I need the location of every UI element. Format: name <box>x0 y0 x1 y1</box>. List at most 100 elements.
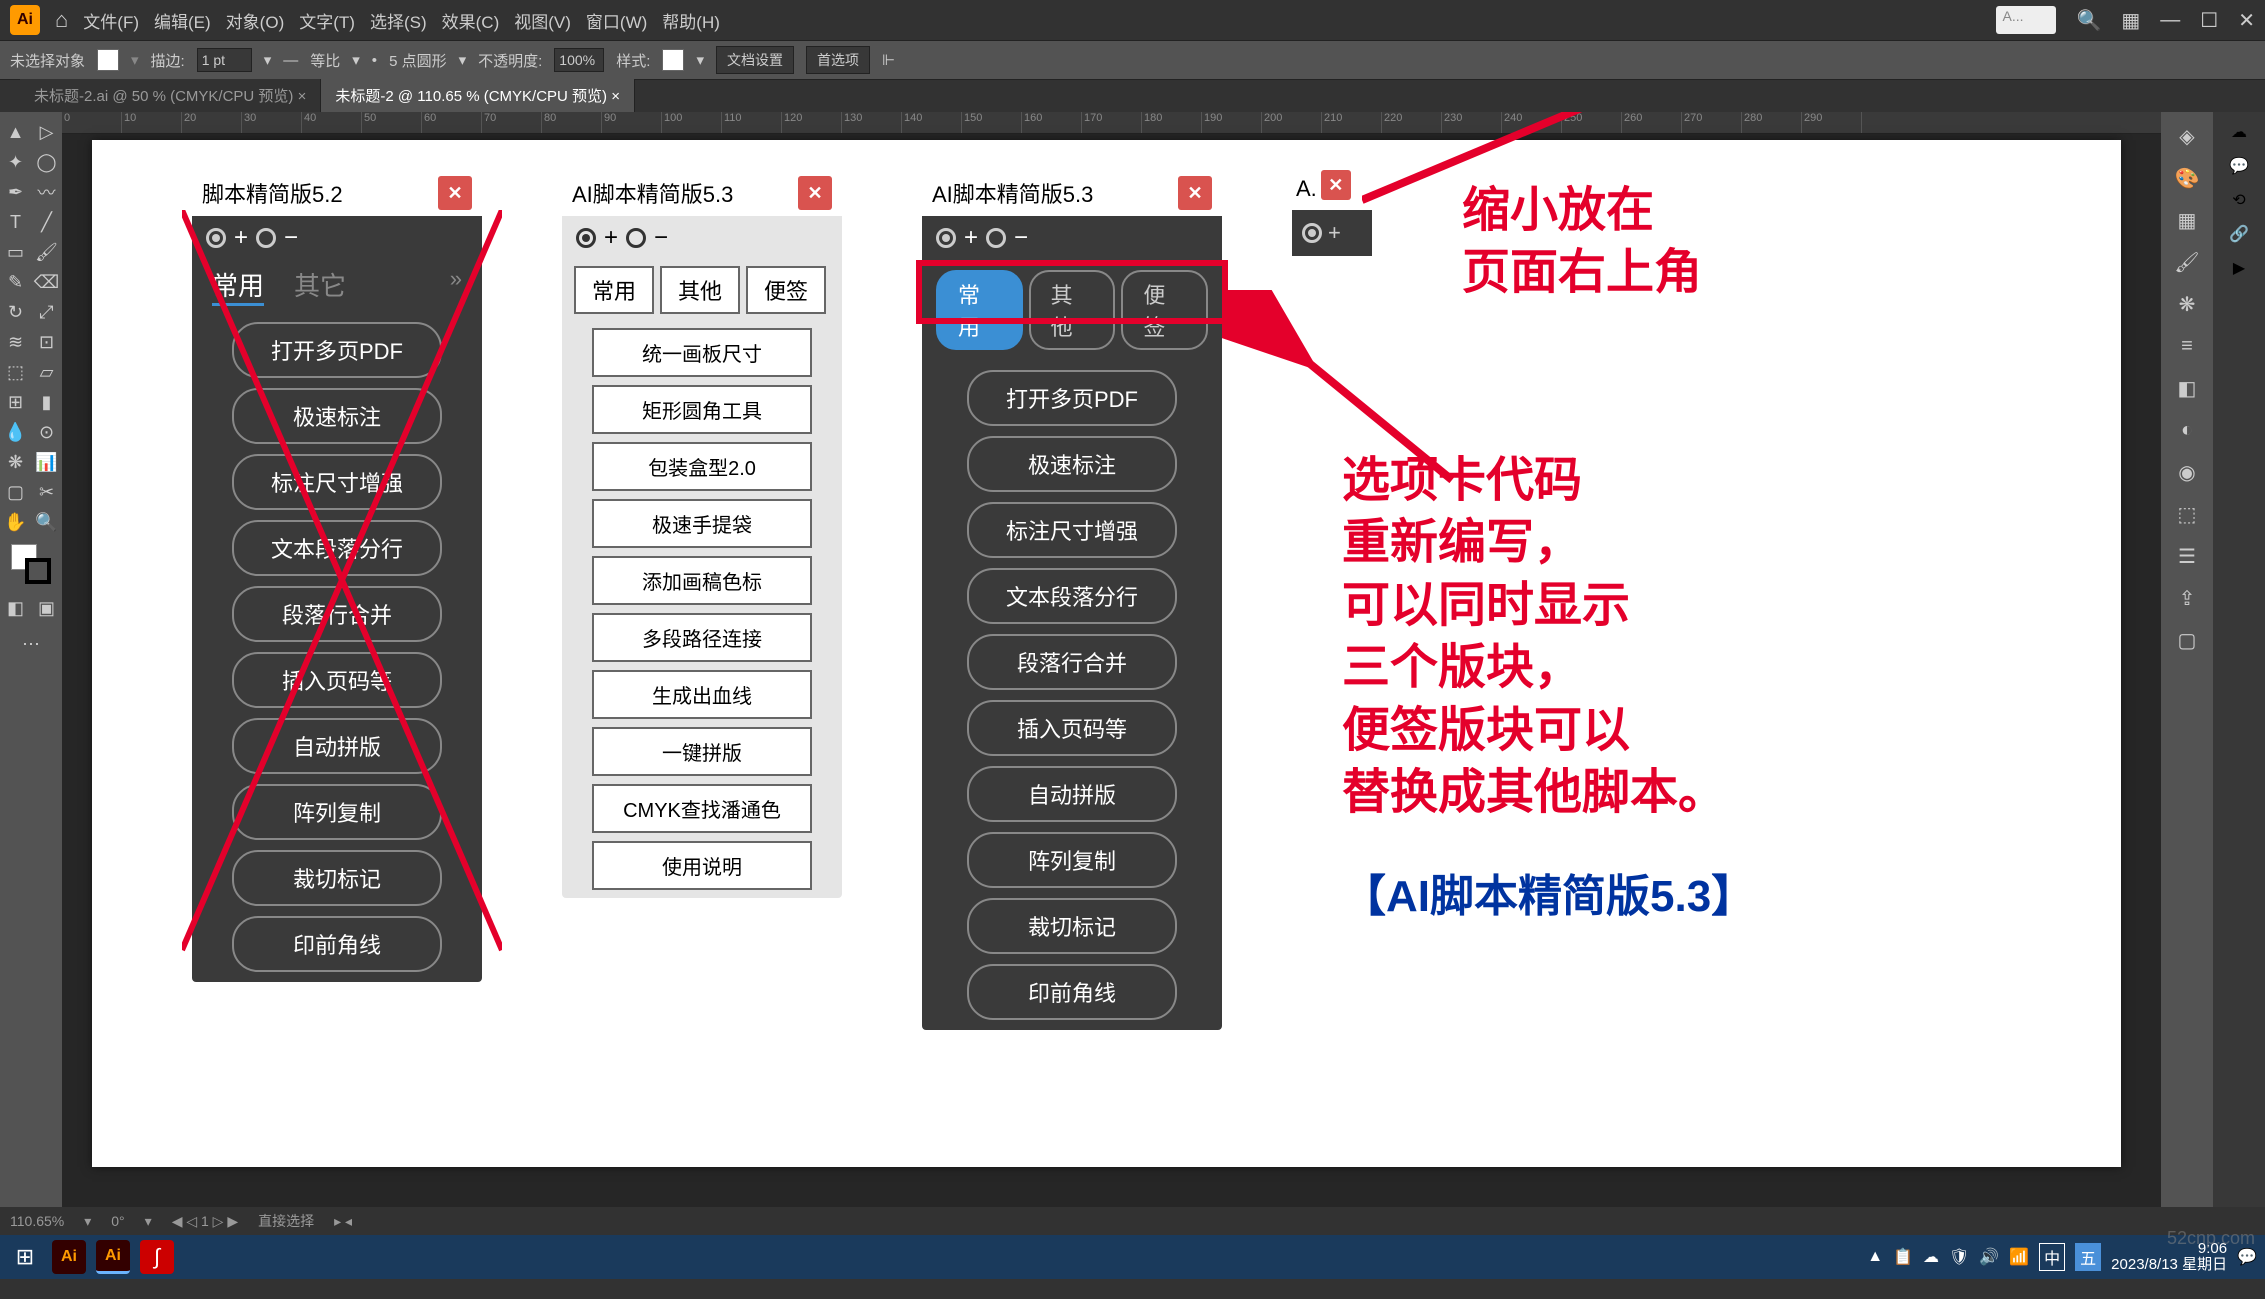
script-button[interactable]: 矩形圆角工具 <box>592 385 812 434</box>
eyedropper-icon[interactable]: 💧 <box>0 418 31 446</box>
direct-select-tool-icon[interactable]: ▷ <box>31 118 62 146</box>
close-button[interactable]: ✕ <box>1178 176 1212 210</box>
menu-effect[interactable]: 效果(C) <box>442 8 500 33</box>
script-button[interactable]: 多段路径连接 <box>592 613 812 662</box>
graph-tool-icon[interactable]: 📊 <box>31 448 62 476</box>
menu-edit[interactable]: 编辑(E) <box>154 8 211 33</box>
artboards-icon[interactable]: ▢ <box>2173 626 2201 654</box>
radio-selected-icon[interactable] <box>1302 223 1322 243</box>
menu-select[interactable]: 选择(S) <box>370 8 427 33</box>
ime-zh-icon[interactable]: 中 <box>2039 1243 2065 1271</box>
asset-export-icon[interactable]: ⇪ <box>2173 584 2201 612</box>
libraries-icon[interactable]: ☁ <box>2231 122 2247 142</box>
color-icon[interactable]: 🎨 <box>2173 164 2201 192</box>
menu-object[interactable]: 对象(O) <box>226 8 285 33</box>
fill-swatch[interactable] <box>97 49 119 71</box>
swatches-icon[interactable]: ▦ <box>2173 206 2201 234</box>
script-button[interactable]: 插入页码等 <box>967 700 1177 756</box>
radio-selected-icon[interactable] <box>576 228 596 248</box>
shaper-tool-icon[interactable]: ✎ <box>0 268 31 296</box>
doc-tab-2[interactable]: 未标题-2 @ 110.65 % (CMYK/CPU 预览) × <box>321 79 635 112</box>
script-button[interactable]: 生成出血线 <box>592 670 812 719</box>
history-icon[interactable]: ⟲ <box>2232 190 2245 210</box>
radio-icon[interactable] <box>626 228 646 248</box>
style-swatch[interactable] <box>662 49 684 71</box>
zoom-level[interactable]: 110.65% <box>10 1213 64 1229</box>
script-button[interactable]: 自动拼版 <box>967 766 1177 822</box>
draw-mode-icon[interactable]: ◧ <box>0 594 31 622</box>
script-button[interactable]: 标注尺寸增强 <box>967 502 1177 558</box>
symbol-sprayer-icon[interactable]: ❋ <box>0 448 31 476</box>
artboard-tool-icon[interactable]: ▢ <box>0 478 31 506</box>
eraser-tool-icon[interactable]: ⌫ <box>31 268 62 296</box>
edit-toolbar-icon[interactable]: ⋯ <box>17 630 45 658</box>
tab-notes[interactable]: 便签 <box>746 266 826 314</box>
lasso-tool-icon[interactable]: ◯ <box>31 148 62 176</box>
close-button[interactable]: ✕ <box>438 176 472 210</box>
menu-view[interactable]: 视图(V) <box>514 8 571 33</box>
start-button-icon[interactable]: ⊞ <box>8 1240 42 1274</box>
tab-close-icon[interactable]: × <box>298 88 307 105</box>
screen-mode-icon[interactable]: ▣ <box>31 594 62 622</box>
arrange-icon[interactable]: ▦ <box>2121 8 2140 33</box>
rotate-tool-icon[interactable]: ↻ <box>0 298 31 326</box>
pen-tool-icon[interactable]: ✒ <box>0 178 31 206</box>
close-button[interactable]: ✕ <box>798 176 832 210</box>
align-icon[interactable]: ⊩ <box>882 51 895 69</box>
script-button[interactable]: 阵列复制 <box>967 832 1177 888</box>
fill-stroke-icon[interactable] <box>11 544 51 584</box>
stroke-input[interactable] <box>197 48 252 72</box>
layers-icon[interactable]: ☰ <box>2173 542 2201 570</box>
appearance-icon[interactable]: ◉ <box>2173 458 2201 486</box>
menu-type[interactable]: 文字(T) <box>299 8 355 33</box>
script-button[interactable]: 一键拼版 <box>592 727 812 776</box>
script-button[interactable]: CMYK查找潘通色 <box>592 784 812 833</box>
links-icon[interactable]: 🔗 <box>2229 224 2249 244</box>
magic-wand-icon[interactable]: ✦ <box>0 148 31 176</box>
type-tool-icon[interactable]: T <box>0 208 31 236</box>
app-icon[interactable]: ∫ <box>140 1240 174 1274</box>
menu-file[interactable]: 文件(F) <box>83 8 139 33</box>
script-button[interactable]: 包装盒型2.0 <box>592 442 812 491</box>
script-button[interactable]: 段落行合并 <box>967 634 1177 690</box>
rotation[interactable]: 0° <box>111 1213 124 1229</box>
close-button[interactable]: ✕ <box>1321 170 1351 200</box>
radio-selected-icon[interactable] <box>936 228 956 248</box>
preferences-button[interactable]: 首选项 <box>806 46 870 74</box>
brush-label[interactable]: 5 点圆形 <box>389 50 447 71</box>
shape-builder-icon[interactable]: ⬚ <box>0 358 31 386</box>
tray-cloud-icon[interactable]: ☁ <box>1923 1247 1939 1267</box>
comments-icon[interactable]: 💬 <box>2229 156 2249 176</box>
script-button[interactable]: 添加画稿色标 <box>592 556 812 605</box>
gradient-icon[interactable]: ◧ <box>2173 374 2201 402</box>
script-button[interactable]: 统一画板尺寸 <box>592 328 812 377</box>
tray-app-icon[interactable]: 📋 <box>1893 1247 1913 1267</box>
home-icon[interactable]: ⌂ <box>55 7 68 33</box>
selection-tool-icon[interactable]: ▲ <box>0 118 31 146</box>
script-button[interactable]: 打开多页PDF <box>967 370 1177 426</box>
minimize-icon[interactable]: — <box>2160 9 2180 32</box>
artboard[interactable]: 脚本精简版5.2✕ + − 常用 其它 » 打开多页PDF 极速标注 标注尺寸增… <box>92 140 2121 1167</box>
script-button[interactable]: 裁切标记 <box>967 898 1177 954</box>
doc-setup-button[interactable]: 文档设置 <box>716 46 794 74</box>
menu-help[interactable]: 帮助(H) <box>662 8 720 33</box>
symbols-icon[interactable]: ❋ <box>2173 290 2201 318</box>
opacity-input[interactable] <box>554 48 604 72</box>
ime-wu-icon[interactable]: 五 <box>2075 1243 2101 1271</box>
tab-other[interactable]: 其他 <box>660 266 740 314</box>
hand-tool-icon[interactable]: ✋ <box>0 508 31 536</box>
search-icon[interactable]: 🔍 <box>2076 8 2101 33</box>
curvature-tool-icon[interactable]: 〰 <box>31 178 62 206</box>
tab-close-icon[interactable]: × <box>611 88 620 105</box>
script-button[interactable]: 极速手提袋 <box>592 499 812 548</box>
script-button[interactable]: 印前角线 <box>967 964 1177 1020</box>
properties-icon[interactable]: ◈ <box>2173 122 2201 150</box>
brush-tool-icon[interactable]: 🖌 <box>31 238 62 266</box>
blend-tool-icon[interactable]: ⊙ <box>31 418 62 446</box>
tray-network-icon[interactable]: 🔊 <box>1979 1247 1999 1267</box>
ai-taskbar-icon[interactable]: Ai <box>52 1240 86 1274</box>
gradient-tool-icon[interactable]: ▮ <box>31 388 62 416</box>
width-tool-icon[interactable]: ≋ <box>0 328 31 356</box>
tab-common[interactable]: 常用 <box>574 266 654 314</box>
perspective-icon[interactable]: ▱ <box>31 358 62 386</box>
